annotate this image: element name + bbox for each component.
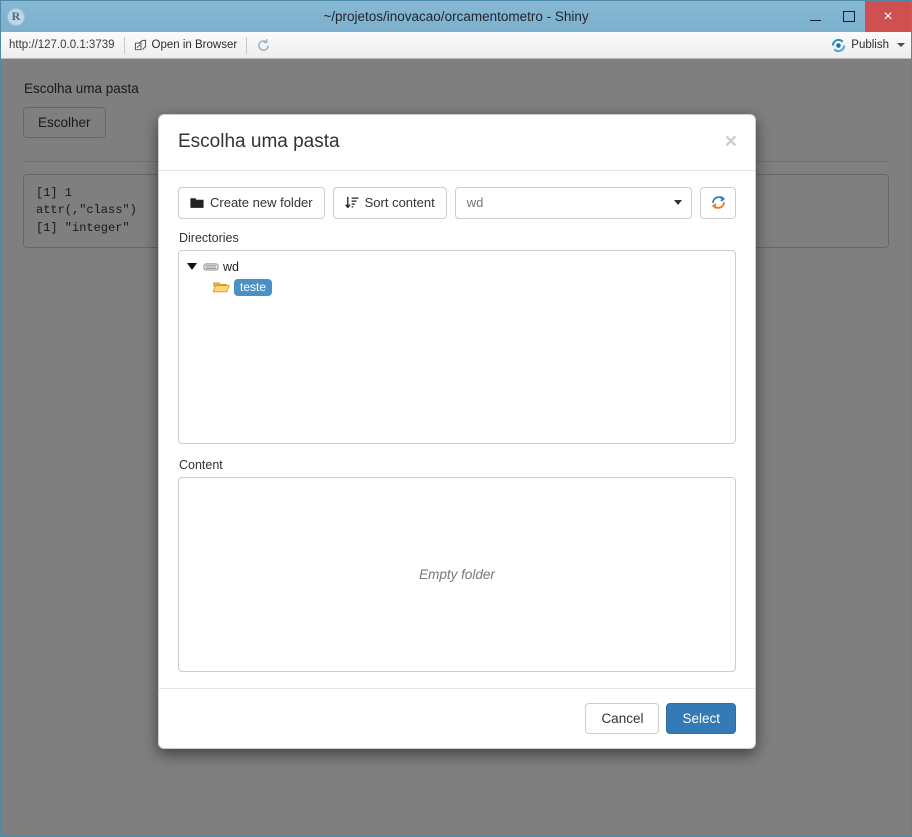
r-logo-icon: R bbox=[7, 7, 25, 26]
open-in-browser-label: Open in Browser bbox=[151, 39, 238, 51]
modal-footer: Cancel Select bbox=[159, 687, 755, 748]
close-window-button[interactable]: × bbox=[865, 1, 911, 32]
caret-down-icon[interactable] bbox=[187, 263, 197, 271]
sync-icon bbox=[711, 196, 725, 210]
publish-chevron-down-icon[interactable] bbox=[897, 43, 905, 47]
create-new-folder-label: Create new folder bbox=[210, 195, 313, 211]
refresh-button[interactable] bbox=[700, 186, 736, 219]
sort-content-button[interactable]: Sort content bbox=[332, 186, 447, 219]
panel-gap bbox=[178, 444, 736, 458]
application-window: R ~/projetos/inovacao/orcamentometro - S… bbox=[0, 0, 912, 837]
modal-title: Escolha uma pasta bbox=[178, 131, 340, 152]
create-new-folder-button[interactable]: Create new folder bbox=[178, 186, 325, 219]
viewer-toolbar: http://127.0.0.1:3739 Open in Browser Pu… bbox=[1, 32, 911, 59]
tree-node-root-label: wd bbox=[223, 259, 239, 274]
publish-icon bbox=[832, 38, 846, 52]
tree-node-root[interactable]: wd bbox=[185, 259, 729, 275]
choose-folder-modal: Escolha uma pasta × Create new folder So… bbox=[158, 114, 756, 749]
app-area: Escolha uma pasta Escolher [1] 1 attr(,"… bbox=[1, 59, 911, 836]
maximize-icon bbox=[842, 11, 855, 22]
folder-icon bbox=[190, 198, 204, 209]
sort-amount-down-icon bbox=[344, 197, 359, 209]
close-icon: × bbox=[883, 7, 893, 25]
modal-toolbar: Create new folder Sort content wd bbox=[178, 186, 736, 219]
address-label: http://127.0.0.1:3739 bbox=[9, 39, 115, 51]
tree-node-child[interactable]: teste bbox=[211, 278, 729, 297]
empty-folder-message: Empty folder bbox=[419, 566, 495, 582]
tree-node-child-label: teste bbox=[234, 278, 273, 296]
maximize-button[interactable] bbox=[832, 1, 865, 32]
directories-label: Directories bbox=[179, 230, 239, 245]
window-title: ~/projetos/inovacao/orcamentometro - Shi… bbox=[323, 9, 589, 24]
refresh-icon bbox=[258, 38, 270, 51]
cancel-button[interactable]: Cancel bbox=[585, 702, 660, 734]
minimize-button[interactable] bbox=[799, 1, 832, 32]
minimize-icon bbox=[810, 19, 821, 22]
path-select-value: wd bbox=[466, 195, 484, 211]
popout-icon bbox=[134, 39, 146, 50]
chevron-down-icon bbox=[674, 200, 682, 206]
path-select[interactable]: wd bbox=[454, 186, 692, 219]
content-panel[interactable]: Empty folder bbox=[178, 476, 736, 672]
content-label: Content bbox=[179, 457, 223, 472]
toolbar-divider-1 bbox=[123, 36, 125, 54]
title-bar: R ~/projetos/inovacao/orcamentometro - S… bbox=[1, 1, 911, 32]
sort-content-label: Sort content bbox=[364, 195, 435, 211]
modal-header: Escolha uma pasta × bbox=[159, 115, 755, 171]
toolbar-divider-2 bbox=[246, 36, 248, 54]
open-in-browser-button[interactable]: Open in Browser bbox=[134, 39, 238, 52]
directories-panel[interactable]: wd teste bbox=[178, 249, 736, 444]
window-controls: × bbox=[799, 1, 911, 32]
drive-icon bbox=[203, 263, 219, 271]
publish-label: Publish bbox=[851, 39, 889, 51]
modal-close-button[interactable]: × bbox=[723, 129, 739, 152]
publish-button[interactable]: Publish bbox=[831, 38, 905, 53]
refresh-viewer-button[interactable] bbox=[256, 38, 271, 53]
folder-open-icon bbox=[213, 282, 230, 293]
select-button[interactable]: Select bbox=[666, 702, 736, 734]
modal-body: Create new folder Sort content wd Direct… bbox=[159, 171, 755, 688]
